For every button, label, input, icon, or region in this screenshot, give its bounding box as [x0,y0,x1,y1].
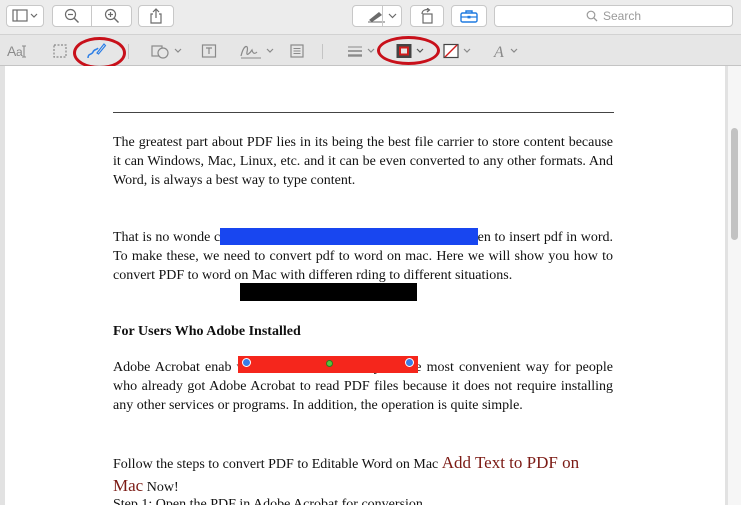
chevron-down-icon [463,48,470,53]
rectangle-select-button[interactable] [48,39,72,63]
markup-toolbar-button[interactable] [451,5,487,27]
text-style-button[interactable]: Aa [6,39,36,63]
sidebar-button[interactable] [6,5,44,27]
fill-color-button[interactable] [438,39,474,63]
svg-text:A: A [493,44,504,59]
font-icon: A [493,44,504,59]
border-color-icon [396,44,411,58]
chevron-down-icon [266,48,273,53]
chevron-down-icon [174,48,181,53]
zoom-out-icon [64,8,79,23]
text-box-button[interactable] [198,39,220,63]
rectangle-select-icon [53,44,67,58]
sign-button[interactable] [236,39,276,63]
note-icon [290,44,304,58]
paragraph-4-end: Now! [143,480,179,495]
sketch-button[interactable] [82,39,110,63]
chevron-down-icon [416,48,423,53]
paragraph-4: Follow the steps to convert PDF to Edita… [113,452,613,498]
zoom-out-button[interactable] [52,5,92,27]
chevron-down-icon [388,13,397,19]
paragraph-4-text: Follow the steps to convert PDF to Edita… [113,457,442,472]
resize-handle-middle[interactable] [326,360,333,367]
red-rectangle-annotation[interactable] [238,356,418,373]
search-placeholder: Search [602,9,642,23]
chevron-down-icon [367,48,374,53]
pdf-page: The greatest part about PDF lies in its … [5,66,725,505]
paragraph-1-text: The greatest part about PDF lies in its … [113,135,613,188]
black-rectangle-annotation[interactable] [240,283,417,301]
blue-rectangle-annotation[interactable] [220,228,478,245]
svg-text:a: a [16,45,23,59]
share-icon [150,8,162,24]
markup-toolbar: Aa A [0,34,741,69]
vertical-scrollbar[interactable] [727,66,741,505]
zoom-in-button[interactable] [92,5,132,27]
page-rule [113,112,614,113]
main-toolbar: Search [0,0,741,34]
rotate-icon [421,8,433,24]
step-1: Step 1: Open the PDF in Adobe Acrobat fo… [113,497,427,505]
note-button[interactable] [286,39,308,63]
document-view[interactable]: The greatest part about PDF lies in its … [0,66,741,505]
paragraph-1: The greatest part about PDF lies in its … [113,134,613,190]
markup-menu-button[interactable] [383,5,402,27]
text-box-icon [201,44,217,58]
resize-handle-right[interactable] [405,358,414,367]
scrollbar-thumb[interactable] [731,128,738,240]
toolbox-icon [460,10,478,23]
search-field[interactable]: Search [494,5,733,27]
sketch-icon [87,43,107,59]
shapes-icon [150,45,169,59]
search-icon [586,10,598,22]
chevron-down-icon [510,48,517,53]
rotate-button[interactable] [410,5,444,27]
section-heading: For Users Who Adobe Installed [113,324,301,339]
signature-icon [239,45,261,59]
shapes-button[interactable] [148,39,184,63]
border-color-button[interactable] [390,39,428,63]
line-style-button[interactable] [342,39,378,63]
zoom-in-icon [104,8,119,23]
line-style-icon [347,46,362,57]
resize-handle-left[interactable] [242,358,251,367]
font-button[interactable]: A [490,39,520,63]
text-style-icon: Aa [7,43,26,59]
fill-color-icon [442,43,459,59]
sidebar-icon [12,9,38,22]
share-button[interactable] [138,5,174,27]
